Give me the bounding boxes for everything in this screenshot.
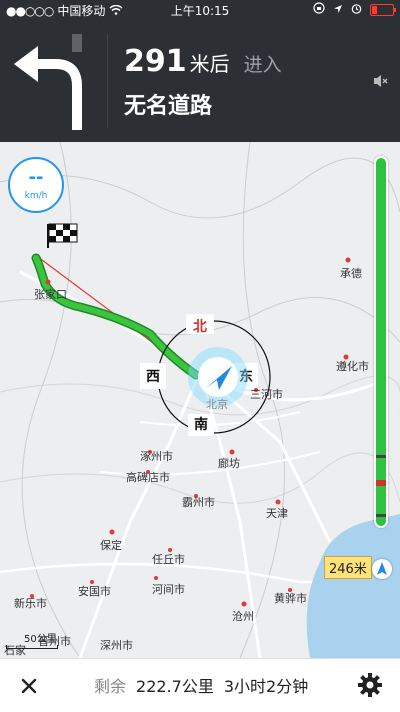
remaining-label: 剩余	[94, 677, 127, 696]
route-position-icon	[372, 559, 392, 579]
status-bar: ●●○○○ 中国移动 上午10:15	[0, 0, 400, 20]
remaining-time: 3小时2分钟	[223, 677, 309, 696]
city-label: 涿州市	[140, 449, 173, 463]
city-label: 霸州市	[182, 495, 215, 509]
city-label: 黄骅市	[274, 591, 307, 605]
header-divider	[107, 34, 108, 128]
speaker-mute-icon[interactable]	[372, 72, 390, 90]
road-name: 无名道路	[124, 94, 213, 119]
city-label: 张家口	[34, 287, 67, 301]
map-scale: 50公里	[6, 630, 58, 649]
checkered-flag-icon	[47, 223, 78, 248]
city-label: 高碑店市	[126, 470, 170, 484]
remaining-distance-label: 246米	[324, 556, 372, 579]
route-progress-bar	[376, 158, 386, 526]
distance-value: 291	[124, 44, 187, 79]
bottom-bar: 剩余 222.7公里 3小时2分钟	[0, 658, 400, 712]
speedometer: -- km/h	[8, 157, 64, 213]
gear-icon[interactable]	[356, 671, 384, 699]
city-label: 新乐市	[14, 596, 47, 610]
city-label: 遵化市	[336, 359, 369, 373]
route-line	[33, 255, 199, 378]
location-icon	[333, 3, 343, 17]
city-label: 任丘市	[152, 552, 185, 566]
speed-unit: km/h	[24, 191, 48, 201]
city-label: 廊坊	[218, 456, 240, 470]
map-view[interactable]: 北 东 西 南 承德 张家口 遵化市 三河市 北京 廊坊 涿州市 高碑店市 霸州…	[0, 142, 400, 658]
trip-summary: 剩余 222.7公里 3小时2分钟	[94, 673, 308, 697]
map-canvas: 北 东 西 南 承德 张家口 遵化市 三河市 北京 廊坊 涿州市 高碑店市 霸州…	[0, 142, 400, 658]
vehicle-marker	[198, 357, 238, 397]
traffic-segment	[376, 514, 386, 517]
city-label: 承德	[340, 266, 362, 280]
status-right	[313, 2, 396, 17]
city-label: 安国市	[78, 584, 111, 598]
city-label: 沧州	[232, 609, 254, 623]
compass-south: 南	[194, 416, 208, 433]
traffic-segment	[376, 455, 386, 458]
compass-west: 西	[146, 369, 160, 385]
battery-icon	[370, 3, 396, 16]
distance-unit: 米后	[189, 52, 230, 76]
maneuver-action: 进入	[243, 54, 282, 76]
turn-left-arrow-icon	[12, 34, 104, 134]
orientation-lock-icon	[313, 2, 325, 17]
city-label: 河间市	[152, 582, 185, 596]
city-label: 北京	[206, 397, 228, 411]
scale-label: 50公里	[24, 634, 57, 645]
remaining-distance: 222.7公里	[136, 677, 214, 696]
traffic-congestion-segment	[376, 480, 386, 486]
navigation-header: 291 米后 进入 无名道路	[0, 20, 400, 142]
city-label: 三河市	[250, 387, 283, 401]
scale-bar	[6, 645, 58, 649]
compass-north: 北	[193, 319, 207, 335]
city-label: 深州市	[100, 638, 133, 652]
city-label: 保定	[100, 538, 122, 552]
maneuver-distance: 291 米后 进入	[124, 44, 282, 79]
city-label: 天津	[266, 507, 288, 520]
close-icon[interactable]	[14, 671, 44, 701]
alarm-icon	[351, 3, 362, 17]
speed-value: --	[28, 167, 44, 188]
